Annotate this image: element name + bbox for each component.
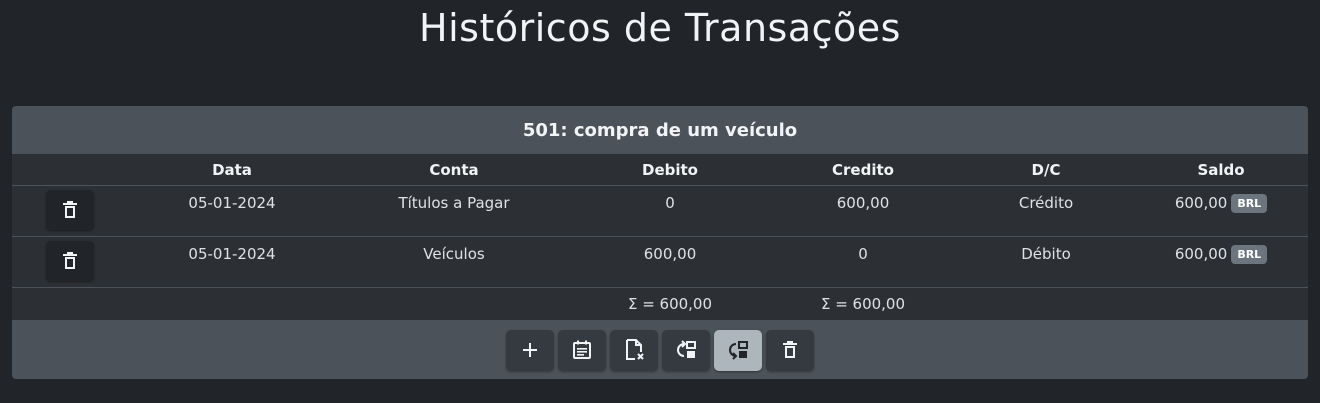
file-cancel-button[interactable]	[610, 329, 658, 371]
col-actions	[12, 154, 128, 186]
transactions-table: Data Conta Debito Credito D/C Saldo 05-0…	[12, 154, 1308, 321]
col-dc: D/C	[958, 154, 1134, 186]
cell-data: 05-01-2024	[188, 194, 276, 212]
cell-conta: Veículos	[423, 245, 485, 263]
col-saldo: Saldo	[1134, 154, 1308, 186]
calendar-list-icon	[572, 340, 592, 360]
cell-credito: 0	[858, 245, 868, 263]
add-button[interactable]	[506, 329, 554, 371]
col-conta: Conta	[336, 154, 572, 186]
currency-badge: BRL	[1231, 194, 1268, 213]
col-debito: Debito	[572, 154, 768, 186]
calendar-button[interactable]	[558, 329, 606, 371]
cell-saldo: 600,00	[1174, 194, 1228, 212]
col-credito: Credito	[768, 154, 958, 186]
cell-data: 05-01-2024	[188, 245, 276, 263]
page-title: Históricos de Transações	[419, 6, 901, 50]
delete-button[interactable]	[766, 329, 814, 371]
sum-debito: Σ = 600,00	[572, 287, 768, 321]
swap-left-button[interactable]	[662, 329, 710, 371]
delete-row-button[interactable]	[46, 190, 94, 230]
currency-badge: BRL	[1231, 245, 1268, 264]
swap-right-button[interactable]	[714, 329, 762, 371]
table-header-row: Data Conta Debito Credito D/C Saldo	[12, 154, 1308, 186]
trash-icon	[62, 201, 78, 219]
cell-saldo: 600,00	[1174, 245, 1228, 263]
plus-icon	[522, 342, 538, 358]
sum-credito: Σ = 600,00	[768, 287, 958, 321]
delete-row-button[interactable]	[46, 241, 94, 281]
cell-credito: 600,00	[836, 194, 890, 212]
table-row: 05-01-2024 Veículos 600,00 0 Débito 600,…	[12, 236, 1308, 288]
cell-dc: Crédito	[1018, 194, 1074, 212]
transaction-header: 501: compra de um veículo	[12, 106, 1308, 154]
cell-dc: Débito	[1021, 245, 1071, 263]
cell-debito: 600,00	[643, 245, 697, 263]
col-data: Data	[128, 154, 336, 186]
sum-row: Σ = 600,00 Σ = 600,00	[12, 287, 1308, 321]
table-row: 05-01-2024 Títulos a Pagar 0 600,00 Créd…	[12, 185, 1308, 237]
trash-icon	[782, 341, 798, 359]
swap-right-icon	[727, 340, 749, 360]
file-cancel-icon	[624, 339, 644, 361]
cell-debito: 0	[665, 194, 675, 212]
transaction-card: 501: compra de um veículo Data Conta Deb…	[12, 106, 1308, 379]
cell-conta: Títulos a Pagar	[398, 194, 510, 212]
swap-left-icon	[675, 340, 697, 360]
trash-icon	[62, 252, 78, 270]
action-toolbar	[12, 321, 1308, 379]
